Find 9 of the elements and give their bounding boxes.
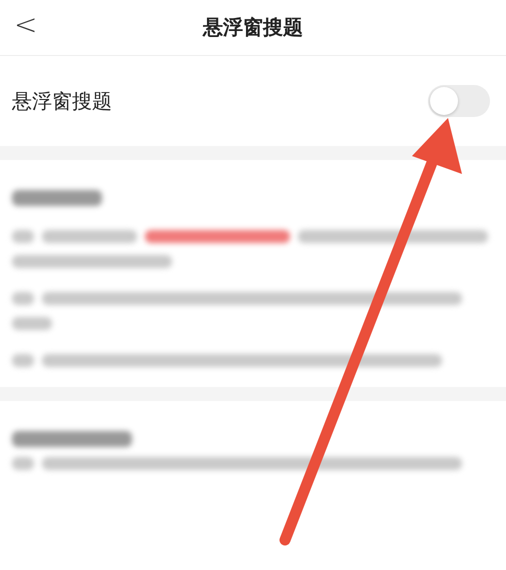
back-button[interactable]: < [14, 8, 38, 41]
blurred-text [12, 292, 34, 305]
page-title: 悬浮窗搜题 [203, 14, 303, 41]
blurred-text [12, 354, 34, 367]
toggle-switch[interactable] [428, 85, 490, 117]
blurred-text [12, 457, 34, 470]
setting-label: 悬浮窗搜题 [12, 88, 112, 114]
blurred-text [12, 317, 52, 330]
blurred-text [12, 230, 34, 243]
